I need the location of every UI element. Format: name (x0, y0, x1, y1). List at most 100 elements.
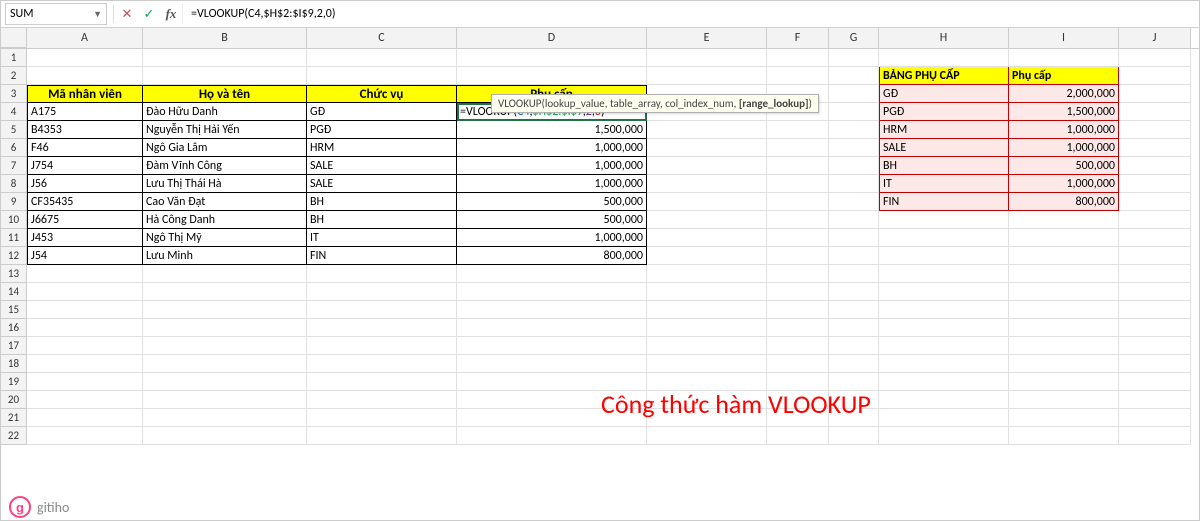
cell-A12[interactable]: J54 (27, 247, 143, 265)
cell-B21[interactable] (143, 409, 307, 427)
cell-F5[interactable] (767, 121, 829, 139)
cell-D17[interactable] (457, 337, 647, 355)
cell-A20[interactable] (27, 391, 143, 409)
cell-I2[interactable]: Phụ cấp (1009, 67, 1119, 85)
cell-E6[interactable] (647, 139, 767, 157)
cell-G9[interactable] (829, 193, 879, 211)
cell-B15[interactable] (143, 301, 307, 319)
cell-I1[interactable] (1009, 49, 1119, 67)
cell-C17[interactable] (307, 337, 457, 355)
cell-H14[interactable] (879, 283, 1009, 301)
cell-F7[interactable] (767, 157, 829, 175)
cell-I18[interactable] (1009, 355, 1119, 373)
cell-B6[interactable]: Ngô Gia Lâm (143, 139, 307, 157)
cell-F22[interactable] (767, 427, 829, 445)
cell-B16[interactable] (143, 319, 307, 337)
cell-E9[interactable] (647, 193, 767, 211)
cell-I17[interactable] (1009, 337, 1119, 355)
cell-H13[interactable] (879, 265, 1009, 283)
cell-G12[interactable] (829, 247, 879, 265)
cell-A1[interactable] (27, 49, 143, 67)
cell-A9[interactable]: CF35435 (27, 193, 143, 211)
cell-I11[interactable] (1009, 229, 1119, 247)
cell-I16[interactable] (1009, 319, 1119, 337)
cell-H12[interactable] (879, 247, 1009, 265)
cell-C7[interactable]: SALE (307, 157, 457, 175)
cell-D13[interactable] (457, 265, 647, 283)
cell-G15[interactable] (829, 301, 879, 319)
name-box[interactable]: SUM ▼ (5, 3, 107, 25)
cell-I22[interactable] (1009, 427, 1119, 445)
cell-F1[interactable] (767, 49, 829, 67)
select-all-corner[interactable] (1, 28, 27, 48)
row-header[interactable]: 10 (1, 211, 27, 229)
row-header[interactable]: 9 (1, 193, 27, 211)
cell-F16[interactable] (767, 319, 829, 337)
cell-B17[interactable] (143, 337, 307, 355)
row-header[interactable]: 12 (1, 247, 27, 265)
cell-B4[interactable]: Đào Hữu Danh (143, 103, 307, 121)
cell-E1[interactable] (647, 49, 767, 67)
col-header[interactable]: H (879, 28, 1009, 48)
cell-I10[interactable] (1009, 211, 1119, 229)
cell-D18[interactable] (457, 355, 647, 373)
cell-D22[interactable] (457, 427, 647, 445)
row-header[interactable]: 20 (1, 391, 27, 409)
cell-J10[interactable] (1119, 211, 1191, 229)
cell-H7[interactable]: BH (879, 157, 1009, 175)
cell-C9[interactable]: BH (307, 193, 457, 211)
cell-H5[interactable]: HRM (879, 121, 1009, 139)
cell-D6[interactable]: 1,000,000 (457, 139, 647, 157)
cell-C14[interactable] (307, 283, 457, 301)
cell-I8[interactable]: 1,000,000 (1009, 175, 1119, 193)
col-header[interactable]: F (767, 28, 829, 48)
cell-I5[interactable]: 1,000,000 (1009, 121, 1119, 139)
row-header[interactable]: 3 (1, 85, 27, 103)
cell-H9[interactable]: FIN (879, 193, 1009, 211)
cell-F15[interactable] (767, 301, 829, 319)
cell-C21[interactable] (307, 409, 457, 427)
cell-J18[interactable] (1119, 355, 1191, 373)
cell-I15[interactable] (1009, 301, 1119, 319)
cell-G2[interactable] (829, 67, 879, 85)
cell-C8[interactable]: SALE (307, 175, 457, 193)
cell-J19[interactable] (1119, 373, 1191, 391)
cell-I7[interactable]: 500,000 (1009, 157, 1119, 175)
cell-D14[interactable] (457, 283, 647, 301)
cell-J15[interactable] (1119, 301, 1191, 319)
cell-E7[interactable] (647, 157, 767, 175)
cell-C22[interactable] (307, 427, 457, 445)
cell-G11[interactable] (829, 229, 879, 247)
cell-J17[interactable] (1119, 337, 1191, 355)
cell-G10[interactable] (829, 211, 879, 229)
cell-D2[interactable] (457, 67, 647, 85)
cell-I20[interactable] (1009, 391, 1119, 409)
cell-E16[interactable] (647, 319, 767, 337)
cell-E8[interactable] (647, 175, 767, 193)
cell-C3[interactable]: Chức vụ (307, 85, 457, 103)
cell-J4[interactable] (1119, 103, 1191, 121)
fx-icon[interactable]: fx (160, 4, 182, 24)
cell-I3[interactable]: 2,000,000 (1009, 85, 1119, 103)
cell-E17[interactable] (647, 337, 767, 355)
cell-J21[interactable] (1119, 409, 1191, 427)
cell-E12[interactable] (647, 247, 767, 265)
cell-B5[interactable]: Nguyễn Thị Hải Yến (143, 121, 307, 139)
cell-J1[interactable] (1119, 49, 1191, 67)
cell-C1[interactable] (307, 49, 457, 67)
cell-A19[interactable] (27, 373, 143, 391)
cell-E18[interactable] (647, 355, 767, 373)
cell-D1[interactable] (457, 49, 647, 67)
cell-D5[interactable]: 1,500,000 (457, 121, 647, 139)
cell-A4[interactable]: A175 (27, 103, 143, 121)
cell-A17[interactable] (27, 337, 143, 355)
cell-A8[interactable]: J56 (27, 175, 143, 193)
cell-J16[interactable] (1119, 319, 1191, 337)
cell-I21[interactable] (1009, 409, 1119, 427)
cell-G8[interactable] (829, 175, 879, 193)
col-header[interactable]: I (1009, 28, 1119, 48)
row-header[interactable]: 17 (1, 337, 27, 355)
col-header[interactable]: J (1119, 28, 1191, 48)
cell-H8[interactable]: IT (879, 175, 1009, 193)
cell-C16[interactable] (307, 319, 457, 337)
